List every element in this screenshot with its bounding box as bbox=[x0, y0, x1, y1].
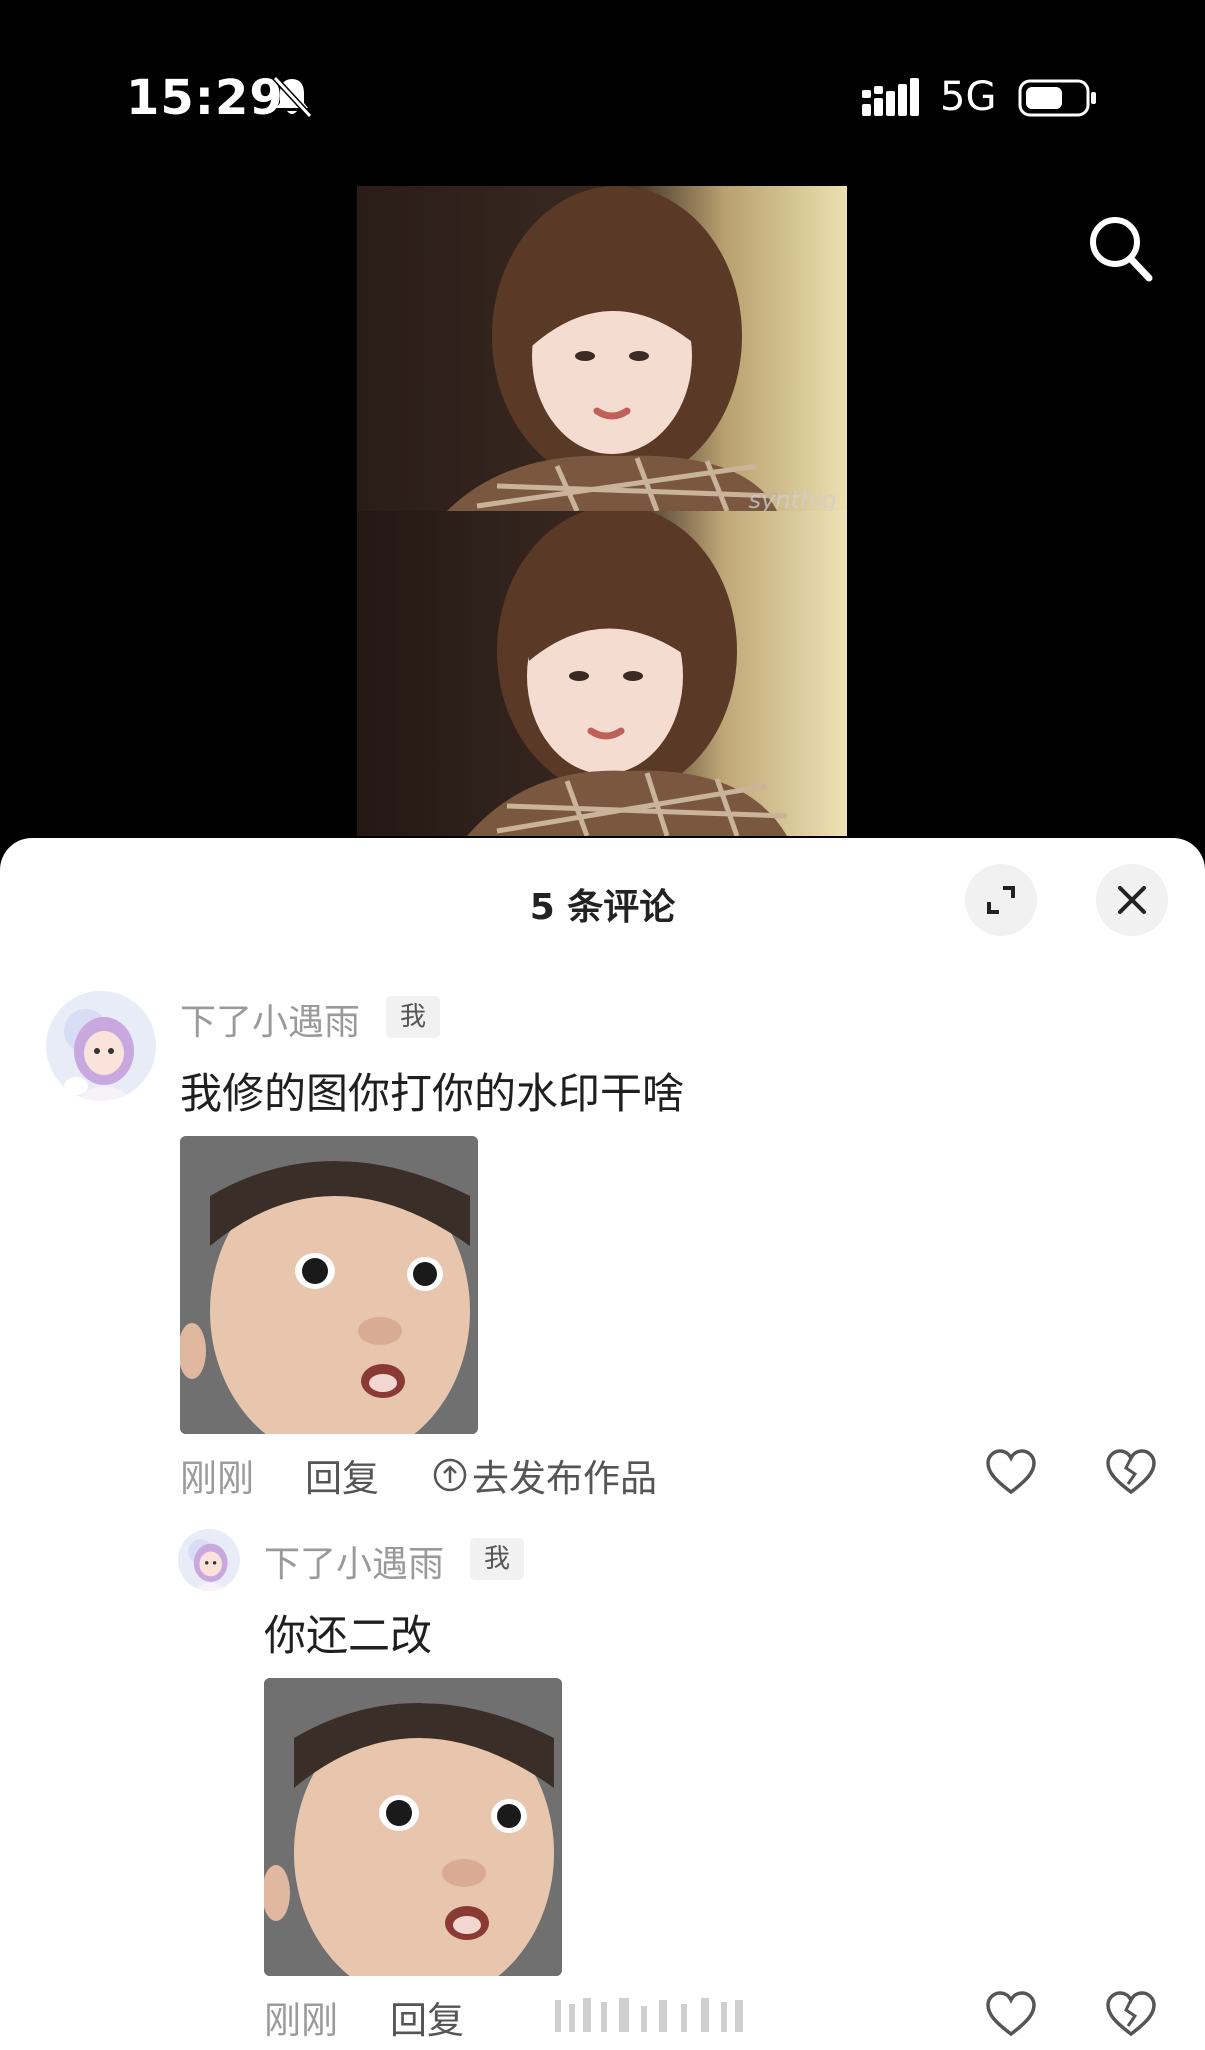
avatar[interactable] bbox=[178, 1529, 240, 1591]
close-icon bbox=[1118, 886, 1146, 914]
search-icon[interactable] bbox=[1085, 212, 1155, 284]
close-button[interactable] bbox=[1096, 864, 1168, 936]
comment-author-name[interactable]: 下了小遇雨 bbox=[264, 1535, 444, 1587]
battery-icon bbox=[1018, 79, 1096, 117]
post-image[interactable]: synthig bbox=[357, 186, 847, 836]
status-time: 15:29 bbox=[126, 70, 284, 126]
comment-text[interactable]: 你还二改 bbox=[264, 1602, 432, 1663]
loading-bars-icon bbox=[555, 1998, 743, 2032]
expand-icon bbox=[987, 886, 1015, 914]
dislike-broken-heart-icon[interactable] bbox=[1105, 1448, 1157, 1496]
expand-button[interactable] bbox=[965, 864, 1037, 936]
mute-bell-icon bbox=[272, 75, 313, 119]
comment-sticker-image[interactable] bbox=[264, 1678, 562, 1976]
comment-sticker-image[interactable] bbox=[180, 1136, 478, 1434]
comment-text[interactable]: 我修的图你打你的水印干啥 bbox=[180, 1060, 684, 1121]
upload-circle-icon bbox=[433, 1458, 467, 1492]
dislike-broken-heart-icon[interactable] bbox=[1105, 1990, 1157, 2038]
reply-button[interactable]: 回复 bbox=[390, 1990, 464, 2044]
signal-icon bbox=[862, 78, 919, 116]
network-type: 5G bbox=[940, 74, 997, 120]
me-badge: 我 bbox=[470, 1538, 524, 1580]
comment-time: 刚刚 bbox=[264, 1999, 338, 2042]
portrait-photo-bottom bbox=[357, 511, 847, 836]
like-heart-icon[interactable] bbox=[985, 1448, 1037, 1496]
comment-time: 刚刚 bbox=[180, 1457, 254, 1500]
me-badge: 我 bbox=[386, 996, 440, 1038]
comments-sheet: 5 条评论 下了小遇雨 我 我修的图你打你的水印干啥 刚刚 回复 去发布作品 下… bbox=[0, 838, 1205, 2050]
publish-work-label: 去发布作品 bbox=[472, 1457, 657, 1500]
portrait-photo-top: synthig bbox=[357, 186, 847, 511]
like-heart-icon[interactable] bbox=[985, 1990, 1037, 2038]
reply-button[interactable]: 回复 bbox=[305, 1448, 379, 1502]
avatar[interactable] bbox=[46, 991, 156, 1101]
comment-author-name[interactable]: 下了小遇雨 bbox=[180, 993, 360, 1045]
publish-work-button[interactable]: 去发布作品 bbox=[432, 1448, 657, 1502]
status-bar: 15:29 5G bbox=[0, 0, 1205, 160]
watermark-text: synthig bbox=[748, 486, 837, 511]
